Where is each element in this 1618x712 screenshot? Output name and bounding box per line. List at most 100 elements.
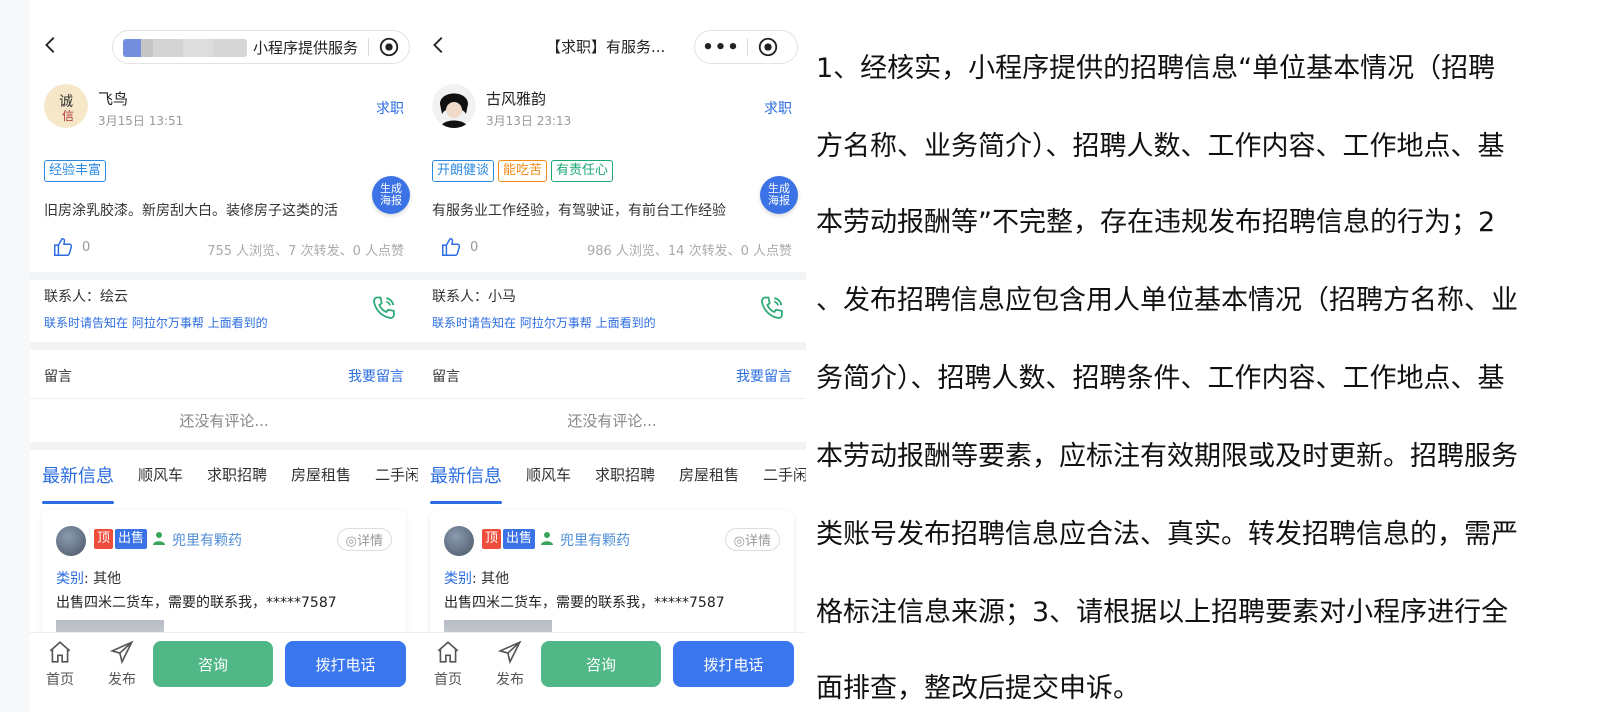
home-button[interactable]: 首页	[40, 639, 80, 689]
tab-rideshare[interactable]: 顺风车	[526, 464, 571, 498]
notice-line: 本劳动报酬等要素，应标注有效期限或及时更新。招聘服务	[816, 441, 1518, 472]
notice-line: 1、经核实，小程序提供的招聘信息“单位基本情况（招聘	[816, 53, 1496, 84]
user-name: 飞鸟	[98, 90, 129, 108]
tag-list: 经验丰富	[44, 160, 107, 182]
like-count: 0	[470, 239, 479, 255]
svg-text:信: 信	[62, 109, 74, 123]
sell-badge: 出售	[115, 529, 148, 549]
contact-note: 联系时请告知在 阿拉尔万事帮 上面看到的	[432, 316, 656, 330]
avatar	[444, 526, 474, 556]
paper-plane-icon	[497, 640, 522, 665]
detail-button[interactable]: ◎详情	[336, 528, 392, 551]
post-header: 古风雅韵 3月13日 23:13 求职	[432, 84, 792, 134]
tab-housing[interactable]: 房屋租售	[679, 464, 739, 498]
notice-line: 方名称、业务简介）、招聘人数、工作内容、工作地点、基	[816, 131, 1505, 162]
verified-user-icon	[153, 532, 165, 545]
back-arrow-icon[interactable]	[428, 34, 450, 56]
no-comment-text: 还没有评论...	[179, 412, 269, 430]
phone-call-icon[interactable]	[758, 294, 786, 322]
no-comment-text: 还没有评论...	[567, 412, 657, 430]
more-icon[interactable]: •••	[695, 31, 747, 63]
tag: 能吃苦	[498, 160, 548, 182]
tag: 经验丰富	[44, 160, 107, 182]
notice-line: 、发布招聘信息应包含用人单位基本情况（招聘方名称、业	[816, 285, 1518, 316]
review-notice: 1、经核实，小程序提供的招聘信息“单位基本情况（招聘 方名称、业务简介）、招聘人…	[806, 0, 1618, 712]
notice-line: 本劳动报酬等”不完整，存在违规发布招聘信息的行为；2	[816, 207, 1496, 238]
consult-button[interactable]: 咨询	[541, 641, 661, 687]
notice-line: 务简介）、招聘人数、招聘条件、工作内容、工作地点、基	[816, 363, 1505, 394]
phone-call-icon[interactable]	[370, 294, 398, 322]
back-arrow-icon[interactable]	[40, 34, 62, 56]
post-stats: 0 755 人浏览、7 次转发、0 人点赞	[44, 236, 404, 262]
tag: 有责任心	[551, 160, 614, 182]
nav-title: 【求职】有服务...	[546, 38, 666, 56]
contact-note: 联系时请告知在 阿拉尔万事帮 上面看到的	[44, 316, 268, 330]
post-description: 有服务业工作经验，有驾驶证，有前台工作经验	[432, 203, 726, 219]
tab-secondhand[interactable]: 二手闲	[375, 464, 418, 498]
comments-header: 留言 我要留言	[44, 362, 404, 388]
home-icon	[437, 641, 459, 663]
tab-latest[interactable]: 最新信息	[430, 462, 502, 504]
post-header: 诚信 飞鸟 3月15日 13:51 求职	[44, 84, 404, 134]
leave-comment-button[interactable]: 我要留言	[348, 366, 404, 386]
notice-line: 格标注信息来源；3、请根据以上招聘要素对小程序进行全	[816, 597, 1509, 628]
card-category: 类别: 其他	[444, 571, 510, 587]
comments-header: 留言 我要留言	[432, 362, 792, 388]
notice-line: 类账号发布招聘信息应合法、真实。转发招聘信息的，需严	[816, 519, 1518, 550]
comments-label: 留言	[44, 369, 72, 385]
tab-latest[interactable]: 最新信息	[42, 462, 114, 504]
tab-rideshare[interactable]: 顺风车	[138, 464, 183, 498]
consult-button[interactable]: 咨询	[153, 641, 273, 687]
call-button[interactable]: 拨打电话	[285, 641, 406, 687]
nav-bar: 【求职】有服务... •••	[418, 22, 806, 70]
target-icon[interactable]	[748, 31, 788, 63]
home-button[interactable]: 首页	[428, 639, 468, 689]
publish-button[interactable]: 发布	[490, 639, 530, 689]
blurred-app-name	[123, 39, 247, 57]
category-tabs: 最新信息 顺风车 求职招聘 房屋租售 二手闲	[42, 462, 418, 504]
leave-comment-button[interactable]: 我要留言	[736, 366, 792, 386]
thumbs-up-icon	[442, 238, 461, 256]
detail-button[interactable]: ◎详情	[724, 528, 780, 551]
like-button[interactable]: 0	[52, 236, 90, 258]
tab-housing[interactable]: 房屋租售	[291, 464, 351, 498]
card-text: 出售四米二货车，需要的联系我，*****7587	[56, 595, 337, 611]
card-user-name: 兜里有颗药	[560, 533, 630, 549]
svg-text:诚: 诚	[59, 94, 73, 110]
nav-capsule: 小程序提供服务	[112, 30, 410, 64]
card-user-name: 兜里有颗药	[172, 533, 242, 549]
avatar[interactable]: 诚信	[44, 84, 88, 128]
tab-secondhand[interactable]: 二手闲	[763, 464, 806, 498]
tab-jobs[interactable]: 求职招聘	[207, 464, 267, 498]
contact-section: 联系人：绘云 联系时请告知在 阿拉尔万事帮 上面看到的	[44, 284, 404, 340]
left-phone-screen: 小程序提供服务 诚信 飞鸟 3月15日 13:51 求职 经验丰富 生成海报 旧…	[30, 0, 418, 712]
top-badge: 顶	[482, 529, 502, 549]
generate-poster-button[interactable]: 生成海报	[760, 176, 798, 214]
nav-bar: 小程序提供服务	[30, 22, 418, 70]
bottom-bar: 首页 发布 咨询 拨打电话	[418, 632, 806, 712]
target-icon[interactable]	[369, 31, 409, 63]
call-button[interactable]: 拨打电话	[673, 641, 794, 687]
top-badge: 顶	[94, 529, 114, 549]
tag: 开朗健谈	[432, 160, 495, 182]
publish-button[interactable]: 发布	[102, 639, 142, 689]
bottom-bar: 首页 发布 咨询 拨打电话	[30, 632, 418, 712]
comments-label: 留言	[432, 369, 460, 385]
avatar[interactable]	[432, 84, 476, 128]
avatar	[56, 526, 86, 556]
nav-title: 小程序提供服务	[113, 37, 368, 58]
card-text: 出售四米二货车，需要的联系我，*****7587	[444, 595, 725, 611]
post-stats: 0 986 人浏览、14 次转发、0 人点赞	[432, 236, 792, 262]
right-phone-screen: 【求职】有服务... ••• 古风雅韵 3月13日 23:13 求职 开朗健谈 …	[418, 0, 806, 712]
view-stats: 986 人浏览、14 次转发、0 人点赞	[586, 244, 792, 259]
tab-jobs[interactable]: 求职招聘	[595, 464, 655, 498]
contact-section: 联系人：小马 联系时请告知在 阿拉尔万事帮 上面看到的	[432, 284, 792, 340]
nav-capsule: •••	[694, 30, 798, 64]
post-category: 求职	[376, 101, 404, 117]
thumbs-up-icon	[54, 238, 73, 256]
card-category: 类别: 其他	[56, 571, 122, 587]
generate-poster-button[interactable]: 生成海报	[372, 176, 410, 214]
home-icon	[49, 641, 71, 663]
view-stats: 755 人浏览、7 次转发、0 人点赞	[207, 244, 404, 259]
like-button[interactable]: 0	[440, 236, 478, 258]
